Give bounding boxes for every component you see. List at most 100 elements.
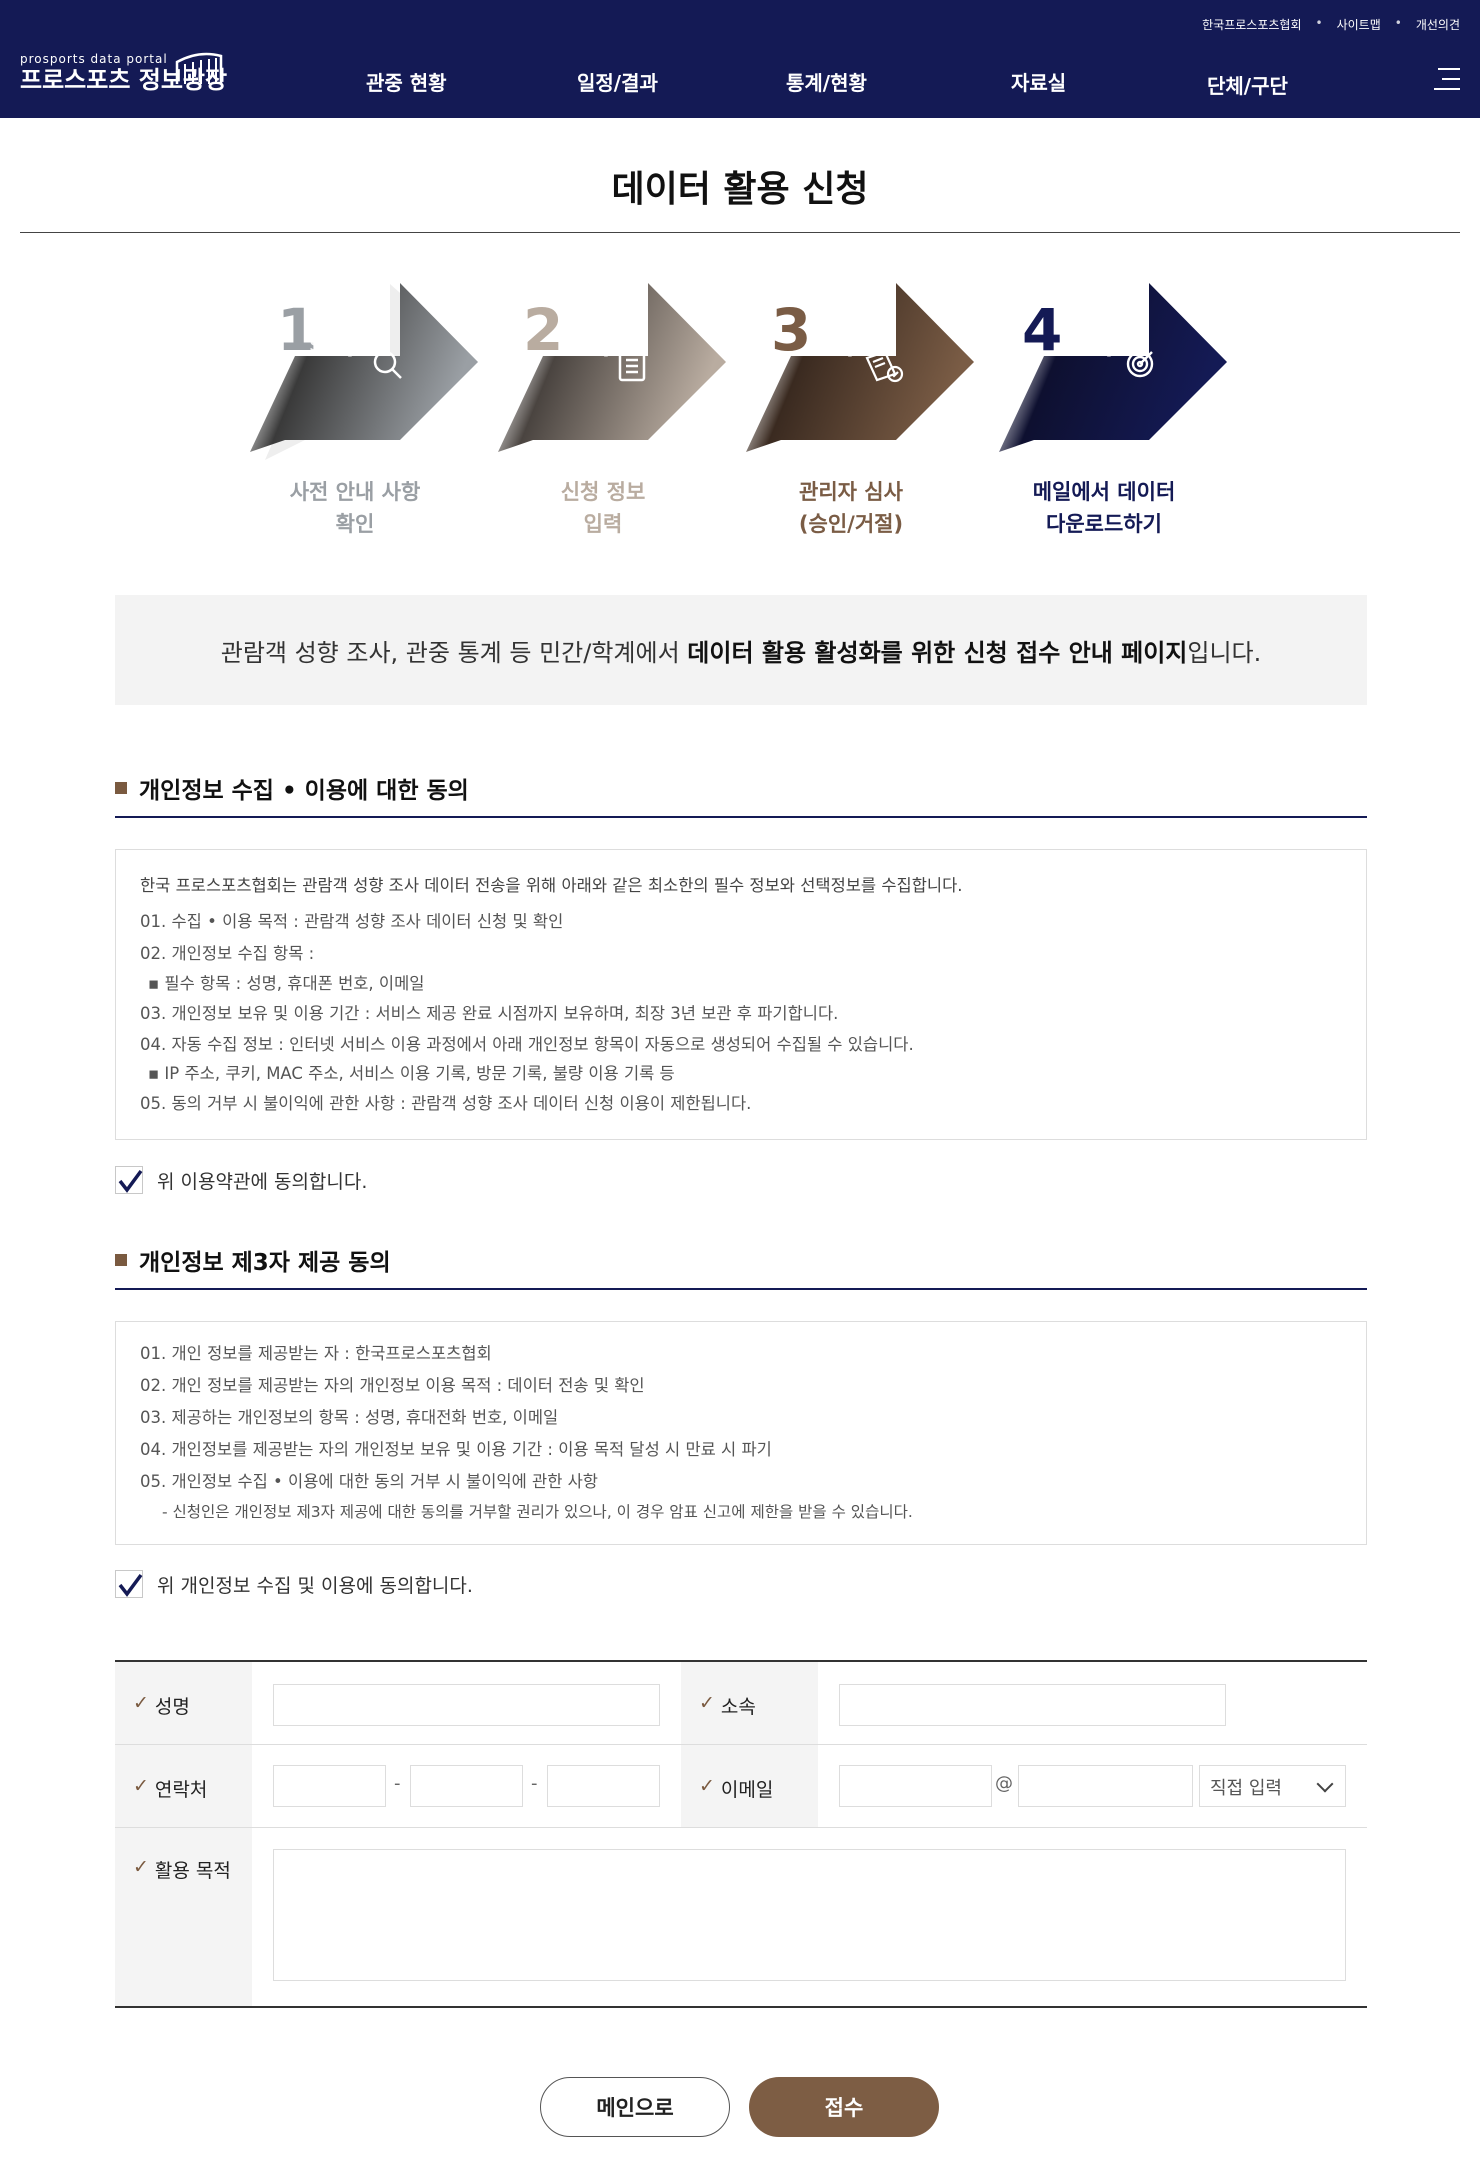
agree-terms-label: 위 이용약관에 동의합니다. — [157, 1170, 368, 1193]
terms-item: 01. 개인 정보를 제공받는 자 : 한국프로스포츠협회 — [140, 1344, 492, 1363]
menu-icon[interactable] — [1434, 68, 1460, 92]
form-row-phone-email: ✓ 연락처 - - ✓ 이메일 @ 직접 입력 — [115, 1745, 1367, 1828]
terms-item: 03. 개인정보 보유 및 이용 기간 : 서비스 제공 완료 시점까지 보유하… — [140, 1004, 839, 1023]
agree-terms-checkbox[interactable] — [115, 1166, 143, 1194]
agree-terms[interactable]: 위 이용약관에 동의합니다. — [115, 1166, 367, 1194]
step-3: 3 Step 관리자 심사 (승인/거절) — [741, 280, 981, 560]
nav-item-schedule[interactable]: 일정/결과 — [577, 67, 658, 96]
step-label: 메일에서 데이터 다운로드하기 — [994, 476, 1214, 540]
section-title-privacy: 개인정보 수집 • 이용에 대한 동의 — [115, 771, 469, 805]
step-2: 2 Step 신청 정보 입력 — [493, 280, 733, 560]
main-nav: 관중 현황 일정/결과 통계/현황 자료실 단체/구단 — [0, 64, 1480, 98]
agree-third-party-checkbox[interactable] — [115, 1570, 143, 1598]
step-label: 신청 정보 입력 — [493, 476, 713, 540]
phone-dash: - — [394, 1773, 401, 1794]
email-id-input[interactable] — [839, 1765, 992, 1807]
phone-label-text: 연락처 — [154, 1779, 208, 1801]
util-link-sitemap[interactable]: 사이트맵 — [1337, 16, 1381, 33]
terms-lead: 한국 프로스포츠협회는 관람객 성향 조사 데이터 전송을 위해 아래와 같은 … — [140, 876, 963, 895]
section-title-text: 개인정보 제3자 제공 동의 — [139, 1250, 391, 1276]
step-arrow: 1 Step — [250, 283, 478, 460]
step-label-line1: 사전 안내 사항 — [289, 480, 421, 504]
org-input[interactable] — [839, 1684, 1226, 1726]
page-title: 데이터 활용 신청 — [611, 169, 869, 210]
terms-item: ▪ IP 주소, 쿠키, MAC 주소, 서비스 이용 기록, 방문 기록, 불… — [148, 1064, 675, 1083]
required-check-icon: ✓ — [133, 1692, 149, 1714]
chevron-down-icon — [1316, 1775, 1334, 1793]
form-row-name-org: ✓ 성명 ✓ 소속 — [115, 1662, 1367, 1745]
title-divider — [20, 232, 1460, 233]
step-arrow: 3 Step — [746, 283, 974, 452]
phone-input-2[interactable] — [410, 1765, 523, 1807]
utility-links: 한국프로스포츠협회 • 사이트맵 • 개선의견 — [1202, 16, 1460, 33]
terms-item: 05. 동의 거부 시 불이익에 관한 사항 : 관람객 성향 조사 데이터 신… — [140, 1094, 752, 1113]
purpose-textarea[interactable] — [273, 1849, 1346, 1981]
org-field-label: ✓ 소속 — [681, 1662, 818, 1744]
section-title-text: 개인정보 수집 • 이용에 대한 동의 — [139, 778, 469, 804]
process-steps: 1 Step 사전 안내 사항 확인 2 Step 신청 정보 입력 3 Ste… — [0, 280, 1480, 560]
required-check-icon: ✓ — [699, 1775, 715, 1797]
agree-third-party[interactable]: 위 개인정보 수집 및 이용에 동의합니다. — [115, 1570, 473, 1598]
util-separator: • — [1394, 16, 1402, 30]
terms-item: 04. 자동 수집 정보 : 인터넷 서비스 이용 과정에서 아래 개인정보 항… — [140, 1035, 914, 1054]
phone-input-3[interactable] — [547, 1765, 660, 1807]
nav-item-statistics[interactable]: 통계/현황 — [786, 67, 867, 96]
application-form: ✓ 성명 ✓ 소속 ✓ 연락처 - - ✓ 이메일 @ 직접 입력 ✓ 활용 목… — [115, 1660, 1367, 2008]
step-label-line2: 입력 — [583, 512, 623, 536]
name-input[interactable] — [273, 1684, 660, 1726]
privacy-terms-box: 한국 프로스포츠협회는 관람객 성향 조사 데이터 전송을 위해 아래와 같은 … — [115, 849, 1367, 1140]
terms-item: ▪ 필수 항목 : 성명, 휴대폰 번호, 이메일 — [148, 974, 425, 993]
required-check-icon: ✓ — [133, 1856, 149, 1878]
nav-item-library[interactable]: 자료실 — [1011, 67, 1066, 96]
step-arrow: 2 Step — [498, 283, 726, 452]
required-check-icon: ✓ — [133, 1775, 149, 1797]
util-link-feedback[interactable]: 개선의견 — [1416, 16, 1460, 33]
site-header: 한국프로스포츠협회 • 사이트맵 • 개선의견 prosports data p… — [0, 0, 1480, 118]
org-label-text: 소속 — [720, 1696, 756, 1718]
step-label-line1: 메일에서 데이터 — [1032, 480, 1176, 504]
phone-field-label: ✓ 연락처 — [115, 1745, 252, 1827]
step-word: Step — [809, 333, 861, 357]
phone-input-1[interactable] — [273, 1765, 386, 1807]
step-number: 2 — [523, 296, 563, 364]
agree-third-party-label: 위 개인정보 수집 및 이용에 동의합니다. — [157, 1574, 473, 1597]
terms-item: 02. 개인 정보를 제공받는 자의 개인정보 이용 목적 : 데이터 전송 및… — [140, 1376, 645, 1395]
terms-item: 01. 수집 • 이용 목적 : 관람객 성향 조사 데이터 신청 및 확인 — [140, 912, 564, 931]
required-check-icon: ✓ — [699, 1692, 715, 1714]
step-4: 4 Step 메일에서 데이터 다운로드하기 — [994, 280, 1234, 560]
terms-item: 02. 개인정보 수집 항목 : — [140, 944, 315, 963]
purpose-field-label: ✓ 활용 목적 — [115, 1828, 252, 2006]
step-number: 4 — [1022, 296, 1062, 364]
step-label-line2: (승인/거절) — [798, 512, 904, 536]
phone-dash: - — [531, 1773, 538, 1794]
step-word: Step — [1068, 333, 1120, 357]
section-title-third-party: 개인정보 제3자 제공 동의 — [115, 1243, 391, 1277]
email-at-sign: @ — [995, 1773, 1013, 1794]
check-icon — [118, 1169, 143, 1193]
step-label: 사전 안내 사항 확인 — [245, 476, 465, 540]
step-label-line1: 신청 정보 — [560, 480, 646, 504]
section-marker — [115, 782, 127, 794]
step-number: 3 — [771, 296, 811, 364]
name-field-label: ✓ 성명 — [115, 1662, 252, 1744]
step-arrow: 4 Step — [999, 283, 1227, 452]
step-word: Step — [565, 333, 617, 357]
section-divider — [115, 816, 1367, 818]
submit-button[interactable]: 접수 — [749, 2077, 939, 2137]
nav-item-organizations[interactable]: 단체/구단 — [1207, 70, 1288, 99]
terms-item: 04. 개인정보를 제공받는 자의 개인정보 보유 및 이용 기간 : 이용 목… — [140, 1440, 772, 1459]
step-label-line2: 확인 — [335, 512, 375, 536]
util-link-kpsa[interactable]: 한국프로스포츠협회 — [1202, 16, 1301, 33]
notice-bold: 데이터 활용 활성화를 위한 신청 접수 안내 페이지 — [687, 638, 1188, 667]
email-domain-select[interactable]: 직접 입력 — [1199, 1765, 1346, 1807]
email-domain-input[interactable] — [1018, 1765, 1193, 1807]
main-page-button[interactable]: 메인으로 — [540, 2077, 730, 2137]
nav-item-attendance[interactable]: 관중 현황 — [366, 67, 447, 96]
step-label-line2: 다운로드하기 — [1046, 512, 1162, 536]
step-word: Step — [309, 333, 361, 357]
notice-suffix: 입니다. — [1187, 638, 1262, 667]
step-1: 1 Step 사전 안내 사항 확인 — [245, 280, 485, 560]
email-field-label: ✓ 이메일 — [681, 1745, 818, 1827]
form-row-purpose: ✓ 활용 목적 — [115, 1828, 1367, 2006]
terms-item: - 신청인은 개인정보 제3자 제공에 대한 동의를 거부할 권리가 있으나, … — [162, 1503, 913, 1521]
